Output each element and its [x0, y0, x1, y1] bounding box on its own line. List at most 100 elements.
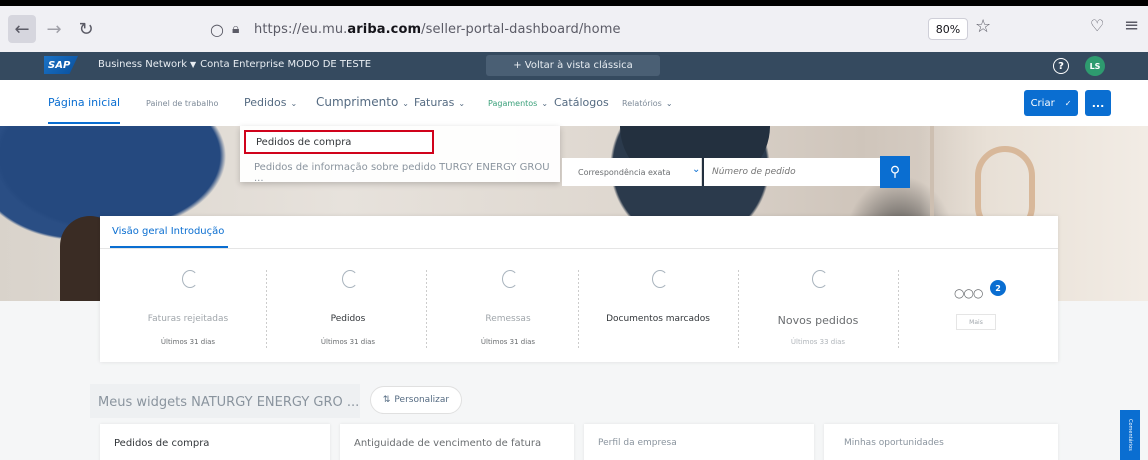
- overview-card: Visão geral Introdução Faturas rejeitada…: [100, 216, 1058, 362]
- sap-shell-bar: SAP Business Network ▼ Conta Enterprise M…: [0, 52, 1148, 80]
- customize-label: Personalizar: [394, 395, 450, 405]
- tile-shipments[interactable]: Remessas Últimos 31 dias: [430, 256, 586, 356]
- chevron-down-icon: ⌄: [290, 99, 298, 108]
- customize-button[interactable]: ⇅ Personalizar: [370, 386, 462, 414]
- feedback-tab[interactable]: Comentários: [1120, 410, 1140, 460]
- account-switcher[interactable]: ▼ Conta Enterprise MODO DE TESTE: [190, 59, 371, 70]
- url-path: /seller-portal-dashboard/home: [421, 21, 621, 37]
- menu-item-purchase-orders[interactable]: Pedidos de compra: [244, 130, 434, 154]
- tile-subtitle: Últimos 31 dias: [320, 338, 376, 346]
- orders-dropdown-menu: Pedidos de compra Pedidos de informação …: [240, 126, 560, 184]
- lock-icon[interactable]: 🔒︎: [232, 21, 254, 37]
- more-actions-button[interactable]: ...: [1085, 90, 1111, 116]
- account-label: Conta Enterprise MODO DE TESTE: [200, 59, 372, 70]
- chevron-down-icon: ✓: [1064, 98, 1072, 108]
- divider: [426, 270, 427, 350]
- more-dots-icon: ○○○: [954, 286, 983, 300]
- back-arrow-icon[interactable]: ←: [8, 15, 36, 43]
- sap-logo[interactable]: SAP: [44, 56, 78, 74]
- browser-toolbar: ← → ↻ ○ 🔒︎ https://eu.mu.ariba.com/selle…: [0, 6, 1148, 52]
- tile-subtitle: Últimos 31 dias: [160, 338, 216, 346]
- active-tab-indicator: [48, 122, 120, 124]
- zoom-level[interactable]: 80%: [928, 18, 968, 40]
- count-badge: 2: [990, 280, 1006, 296]
- divider: [898, 270, 899, 350]
- help-icon[interactable]: ?: [1053, 58, 1069, 74]
- tab-workbench[interactable]: Painel de trabalho: [146, 99, 218, 108]
- caret-down-icon: ▼: [190, 60, 197, 69]
- widgets-title[interactable]: Meus widgets NATURGY ENERGY GRO ...: [98, 395, 359, 410]
- divider: [100, 248, 1058, 249]
- tab-payments-label: Pagamentos: [488, 99, 538, 108]
- widget-purchase-orders[interactable]: Pedidos de compra: [100, 424, 330, 460]
- create-label: Criar: [1030, 97, 1055, 109]
- tile-rejected-invoices[interactable]: Faturas rejeitadas Últimos 31 dias: [110, 256, 266, 356]
- tab-overview[interactable]: Visão geral Introdução: [112, 226, 224, 237]
- tile-label: Remessas: [485, 314, 531, 324]
- divider: [578, 270, 579, 350]
- shield-icon[interactable]: ○: [210, 20, 232, 39]
- loading-icon: [502, 270, 518, 288]
- tile-new-orders[interactable]: Novos pedidos Últimos 33 dias: [740, 256, 896, 356]
- url-bar[interactable]: ○ 🔒︎ https://eu.mu.ariba.com/seller-port…: [210, 14, 940, 44]
- url-text[interactable]: https://eu.mu.ariba.com/seller-portal-da…: [254, 22, 621, 37]
- tab-orders[interactable]: Pedidos ⌄: [244, 96, 297, 109]
- avatar[interactable]: LS: [1085, 56, 1105, 76]
- tile-label: Faturas rejeitadas: [147, 314, 229, 324]
- bookmark-star-icon[interactable]: ☆: [975, 16, 991, 37]
- pocket-icon[interactable]: ♡: [1090, 16, 1104, 35]
- reload-icon[interactable]: ↻: [72, 15, 100, 43]
- order-number-input[interactable]: [704, 158, 880, 186]
- match-type-select[interactable]: Correspondência exata ⌄: [562, 158, 702, 186]
- divider: [266, 270, 267, 350]
- tab-reports[interactable]: Relatórios ⌄: [622, 99, 673, 108]
- match-type-label: Correspondência exata: [578, 167, 671, 177]
- url-prefix: https://eu.mu.: [254, 21, 348, 37]
- classic-view-button[interactable]: + Voltar à vista clássica: [486, 55, 660, 76]
- search-icon: ⚲: [889, 164, 901, 180]
- tile-subtitle: Últimos 31 dias: [480, 338, 536, 346]
- tab-reports-label: Relatórios: [622, 99, 662, 108]
- chevron-down-icon: ⌄: [692, 164, 701, 175]
- widget-title: Antiguidade de vencimento de fatura: [354, 438, 542, 449]
- tile-more[interactable]: ○○○ 2 Mais: [904, 256, 1060, 356]
- tile-label: Documentos marcados: [606, 314, 710, 324]
- tile-label: Novos pedidos: [777, 314, 859, 327]
- widget-my-opportunities[interactable]: Minhas oportunidades: [824, 424, 1058, 460]
- tab-fulfillment-label: Cumprimento: [316, 95, 399, 109]
- chevron-down-icon: ⌄: [458, 99, 466, 108]
- widget-company-profile[interactable]: Perfil da empresa: [584, 424, 814, 460]
- tile-orders[interactable]: Pedidos Últimos 31 dias: [270, 256, 426, 356]
- widget-title: Perfil da empresa: [598, 438, 677, 448]
- widget-invoice-aging[interactable]: Antiguidade de vencimento de fatura: [340, 424, 574, 460]
- chevron-down-icon: ⌄: [665, 99, 673, 108]
- create-button[interactable]: Criar ✓: [1024, 90, 1078, 116]
- tab-invoices-label: Faturas: [414, 96, 455, 109]
- loading-icon: [812, 270, 828, 288]
- tab-catalogs[interactable]: Catálogos: [554, 96, 609, 109]
- menu-item-order-inquiries[interactable]: Pedidos de informação sobre pedido TURGY…: [254, 162, 560, 184]
- tile-flagged-documents[interactable]: Documentos marcados: [580, 256, 736, 356]
- loading-icon: [342, 270, 358, 288]
- tile-label: Pedidos: [330, 314, 366, 324]
- tab-invoices[interactable]: Faturas ⌄: [414, 96, 465, 109]
- product-title: Business Network: [98, 59, 188, 70]
- divider: [738, 270, 739, 350]
- url-domain: ariba.com: [347, 21, 422, 37]
- app-navigation: Página inicial Painel de trabalho Pedido…: [0, 80, 1148, 126]
- more-label: Mais: [956, 314, 996, 330]
- screen: ← → ↻ ○ 🔒︎ https://eu.mu.ariba.com/selle…: [0, 6, 1148, 460]
- tab-home[interactable]: Página inicial: [48, 96, 120, 109]
- chevron-down-icon: ⌄: [541, 99, 549, 108]
- widget-title: Minhas oportunidades: [844, 438, 944, 448]
- tab-payments[interactable]: Pagamentos ⌄: [488, 99, 548, 108]
- forward-arrow-icon[interactable]: →: [40, 15, 68, 43]
- tab-fulfillment[interactable]: Cumprimento ⌄: [316, 95, 409, 109]
- chevron-down-icon: ⌄: [402, 99, 409, 108]
- loading-icon: [652, 270, 668, 288]
- tile-subtitle: Últimos 33 dias: [790, 338, 846, 346]
- tab-orders-label: Pedidos: [244, 96, 287, 109]
- sliders-icon: ⇅: [382, 395, 391, 405]
- hamburger-menu-icon[interactable]: ≡: [1124, 15, 1139, 36]
- search-button[interactable]: ⚲: [880, 156, 910, 188]
